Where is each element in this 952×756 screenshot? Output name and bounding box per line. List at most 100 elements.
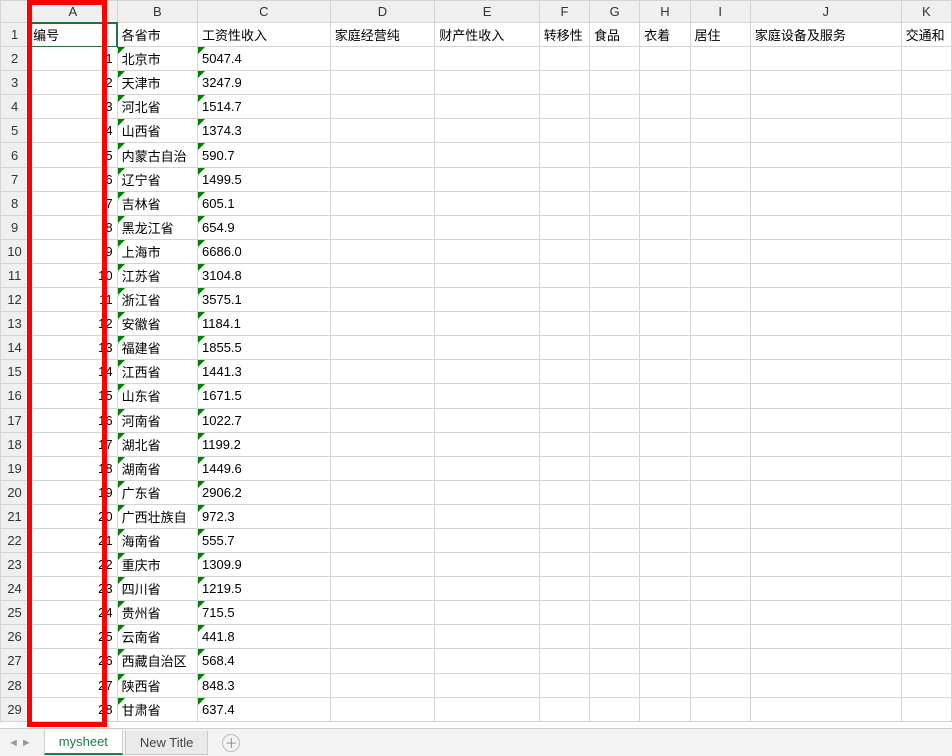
cell-F28[interactable] — [539, 673, 589, 697]
cell-G29[interactable] — [590, 697, 640, 721]
sheet-tab-mysheet[interactable]: mysheet — [44, 730, 123, 755]
cell-I14[interactable] — [690, 336, 750, 360]
cell-B14[interactable]: 福建省 — [117, 336, 197, 360]
cell-A11[interactable]: 10 — [29, 263, 117, 287]
cell-D25[interactable] — [330, 601, 435, 625]
cell-G23[interactable] — [590, 553, 640, 577]
cell-I29[interactable] — [690, 697, 750, 721]
row-header[interactable]: 27 — [1, 649, 29, 673]
cell-J17[interactable] — [750, 408, 901, 432]
col-header-I[interactable]: I — [690, 1, 750, 23]
cell-A6[interactable]: 5 — [29, 143, 117, 167]
cell-G20[interactable] — [590, 480, 640, 504]
row-header[interactable]: 20 — [1, 480, 29, 504]
cell-K25[interactable] — [901, 601, 951, 625]
cell-H7[interactable] — [640, 167, 690, 191]
col-header-B[interactable]: B — [117, 1, 197, 23]
row-header[interactable]: 17 — [1, 408, 29, 432]
row-header[interactable]: 13 — [1, 312, 29, 336]
cell-F10[interactable] — [539, 239, 589, 263]
cell-A14[interactable]: 13 — [29, 336, 117, 360]
cell-F24[interactable] — [539, 577, 589, 601]
cell-K4[interactable] — [901, 95, 951, 119]
cell-J26[interactable] — [750, 625, 901, 649]
cell-D26[interactable] — [330, 625, 435, 649]
cell-C10[interactable]: 6686.0 — [198, 239, 331, 263]
cell-E8[interactable] — [435, 191, 540, 215]
cell-E11[interactable] — [435, 263, 540, 287]
row-header[interactable]: 25 — [1, 601, 29, 625]
cell-J13[interactable] — [750, 312, 901, 336]
cell-B11[interactable]: 江苏省 — [117, 263, 197, 287]
cell-K17[interactable] — [901, 408, 951, 432]
cell-A18[interactable]: 17 — [29, 432, 117, 456]
cell-E22[interactable] — [435, 528, 540, 552]
cell-I17[interactable] — [690, 408, 750, 432]
cell-F20[interactable] — [539, 480, 589, 504]
cell-E21[interactable] — [435, 504, 540, 528]
cell-B24[interactable]: 四川省 — [117, 577, 197, 601]
cell-H26[interactable] — [640, 625, 690, 649]
cell-G15[interactable] — [590, 360, 640, 384]
col-header-E[interactable]: E — [435, 1, 540, 23]
cell-C28[interactable]: 848.3 — [198, 673, 331, 697]
spreadsheet-grid[interactable]: A B C D E F G H I J K 1编号各省市工资性收入家庭经营纯财产… — [0, 0, 952, 728]
cell-C12[interactable]: 3575.1 — [198, 288, 331, 312]
row-header[interactable]: 15 — [1, 360, 29, 384]
cell-A29[interactable]: 28 — [29, 697, 117, 721]
cell-J11[interactable] — [750, 263, 901, 287]
cell-K16[interactable] — [901, 384, 951, 408]
cell-J1[interactable]: 家庭设备及服务 — [750, 23, 901, 47]
cell-I9[interactable] — [690, 215, 750, 239]
cell-F9[interactable] — [539, 215, 589, 239]
cell-G26[interactable] — [590, 625, 640, 649]
cell-G11[interactable] — [590, 263, 640, 287]
cell-C22[interactable]: 555.7 — [198, 528, 331, 552]
cell-J8[interactable] — [750, 191, 901, 215]
cell-B17[interactable]: 河南省 — [117, 408, 197, 432]
cell-B2[interactable]: 北京市 — [117, 47, 197, 71]
sheet-nav-next-icon[interactable]: ► — [21, 737, 32, 749]
cell-C26[interactable]: 441.8 — [198, 625, 331, 649]
cell-J12[interactable] — [750, 288, 901, 312]
cell-H8[interactable] — [640, 191, 690, 215]
cell-I3[interactable] — [690, 71, 750, 95]
cell-I23[interactable] — [690, 553, 750, 577]
cell-G16[interactable] — [590, 384, 640, 408]
cell-H16[interactable] — [640, 384, 690, 408]
cell-G18[interactable] — [590, 432, 640, 456]
cell-I22[interactable] — [690, 528, 750, 552]
row-header[interactable]: 22 — [1, 528, 29, 552]
cell-A24[interactable]: 23 — [29, 577, 117, 601]
cell-I4[interactable] — [690, 95, 750, 119]
cell-B22[interactable]: 海南省 — [117, 528, 197, 552]
cell-A8[interactable]: 7 — [29, 191, 117, 215]
cell-C21[interactable]: 972.3 — [198, 504, 331, 528]
cell-D21[interactable] — [330, 504, 435, 528]
cell-C27[interactable]: 568.4 — [198, 649, 331, 673]
cell-J5[interactable] — [750, 119, 901, 143]
cell-A12[interactable]: 11 — [29, 288, 117, 312]
cell-D17[interactable] — [330, 408, 435, 432]
cell-A1[interactable]: 编号 — [29, 23, 117, 47]
cell-E20[interactable] — [435, 480, 540, 504]
cell-E18[interactable] — [435, 432, 540, 456]
cell-A23[interactable]: 22 — [29, 553, 117, 577]
cell-H14[interactable] — [640, 336, 690, 360]
cell-C20[interactable]: 2906.2 — [198, 480, 331, 504]
cell-D24[interactable] — [330, 577, 435, 601]
cell-I27[interactable] — [690, 649, 750, 673]
cell-I26[interactable] — [690, 625, 750, 649]
cell-A15[interactable]: 14 — [29, 360, 117, 384]
cell-A26[interactable]: 25 — [29, 625, 117, 649]
cell-K1[interactable]: 交通和 — [901, 23, 951, 47]
row-header[interactable]: 3 — [1, 71, 29, 95]
cell-C19[interactable]: 1449.6 — [198, 456, 331, 480]
cell-H21[interactable] — [640, 504, 690, 528]
cell-B28[interactable]: 陕西省 — [117, 673, 197, 697]
cell-D13[interactable] — [330, 312, 435, 336]
cell-C5[interactable]: 1374.3 — [198, 119, 331, 143]
cell-B27[interactable]: 西藏自治区 — [117, 649, 197, 673]
cell-E23[interactable] — [435, 553, 540, 577]
row-header[interactable]: 8 — [1, 191, 29, 215]
